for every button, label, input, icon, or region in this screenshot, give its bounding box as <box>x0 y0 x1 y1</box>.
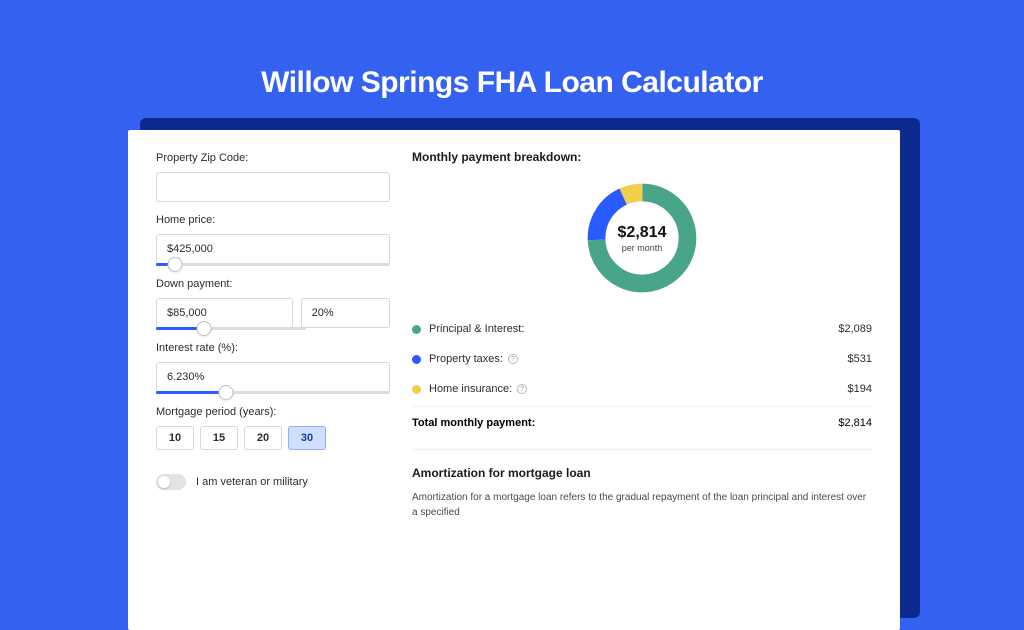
down-payment-field: Down payment: <box>156 278 390 330</box>
zip-input[interactable] <box>156 172 390 202</box>
amortization-text: Amortization for a mortgage loan refers … <box>412 490 872 520</box>
home-price-field: Home price: <box>156 214 390 266</box>
period-label: Mortgage period (years): <box>156 406 390 418</box>
veteran-toggle[interactable] <box>156 474 186 490</box>
down-payment-slider[interactable] <box>156 327 306 330</box>
amortization-section: Amortization for mortgage loan Amortizat… <box>412 449 872 520</box>
legend-label: Property taxes:? <box>429 353 848 365</box>
interest-slider[interactable] <box>156 391 390 394</box>
total-row: Total monthly payment: $2,814 <box>412 406 872 443</box>
page-title: Willow Springs FHA Loan Calculator <box>0 0 1024 128</box>
period-btn-10[interactable]: 10 <box>156 426 194 450</box>
legend-row: Principal & Interest:$2,089 <box>412 314 872 344</box>
info-icon[interactable]: ? <box>508 354 518 364</box>
down-payment-amount-input[interactable] <box>156 298 293 328</box>
down-payment-label: Down payment: <box>156 278 390 290</box>
slider-thumb[interactable] <box>196 321 211 336</box>
legend-dot <box>412 325 421 334</box>
donut-chart: $2,814 per month <box>582 178 702 298</box>
home-price-slider[interactable] <box>156 263 390 266</box>
zip-label: Property Zip Code: <box>156 152 390 164</box>
total-value: $2,814 <box>838 417 872 429</box>
zip-field: Property Zip Code: <box>156 152 390 202</box>
home-price-input[interactable] <box>156 234 390 264</box>
donut-label: per month <box>622 243 663 253</box>
calculator-card: Property Zip Code: Home price: Down paym… <box>128 130 900 630</box>
info-icon[interactable]: ? <box>517 384 527 394</box>
amortization-heading: Amortization for mortgage loan <box>412 466 872 480</box>
legend-dot <box>412 355 421 364</box>
interest-field: Interest rate (%): <box>156 342 390 394</box>
breakdown-panel: Monthly payment breakdown: $2,814 per mo… <box>404 130 900 630</box>
legend-label: Home insurance:? <box>429 383 848 395</box>
toggle-knob <box>158 476 170 488</box>
home-price-label: Home price: <box>156 214 390 226</box>
legend-row: Home insurance:?$194 <box>412 374 872 404</box>
veteran-label: I am veteran or military <box>196 476 308 488</box>
donut-amount: $2,814 <box>618 224 667 242</box>
legend-value: $2,089 <box>838 323 872 335</box>
slider-thumb[interactable] <box>167 257 182 272</box>
legend-label: Principal & Interest: <box>429 323 838 335</box>
legend-value: $531 <box>848 353 872 365</box>
legend-dot <box>412 385 421 394</box>
interest-label: Interest rate (%): <box>156 342 390 354</box>
period-btn-30[interactable]: 30 <box>288 426 326 450</box>
slider-thumb[interactable] <box>219 385 234 400</box>
interest-input[interactable] <box>156 362 390 392</box>
veteran-row: I am veteran or military <box>156 474 390 490</box>
breakdown-heading: Monthly payment breakdown: <box>412 150 872 164</box>
total-label: Total monthly payment: <box>412 417 838 429</box>
period-btn-15[interactable]: 15 <box>200 426 238 450</box>
donut-wrap: $2,814 per month <box>412 178 872 298</box>
input-panel: Property Zip Code: Home price: Down paym… <box>128 130 404 630</box>
legend-value: $194 <box>848 383 872 395</box>
legend-row: Property taxes:?$531 <box>412 344 872 374</box>
down-payment-pct-input[interactable] <box>301 298 390 328</box>
period-field: Mortgage period (years): 10152030 <box>156 406 390 450</box>
period-btn-20[interactable]: 20 <box>244 426 282 450</box>
